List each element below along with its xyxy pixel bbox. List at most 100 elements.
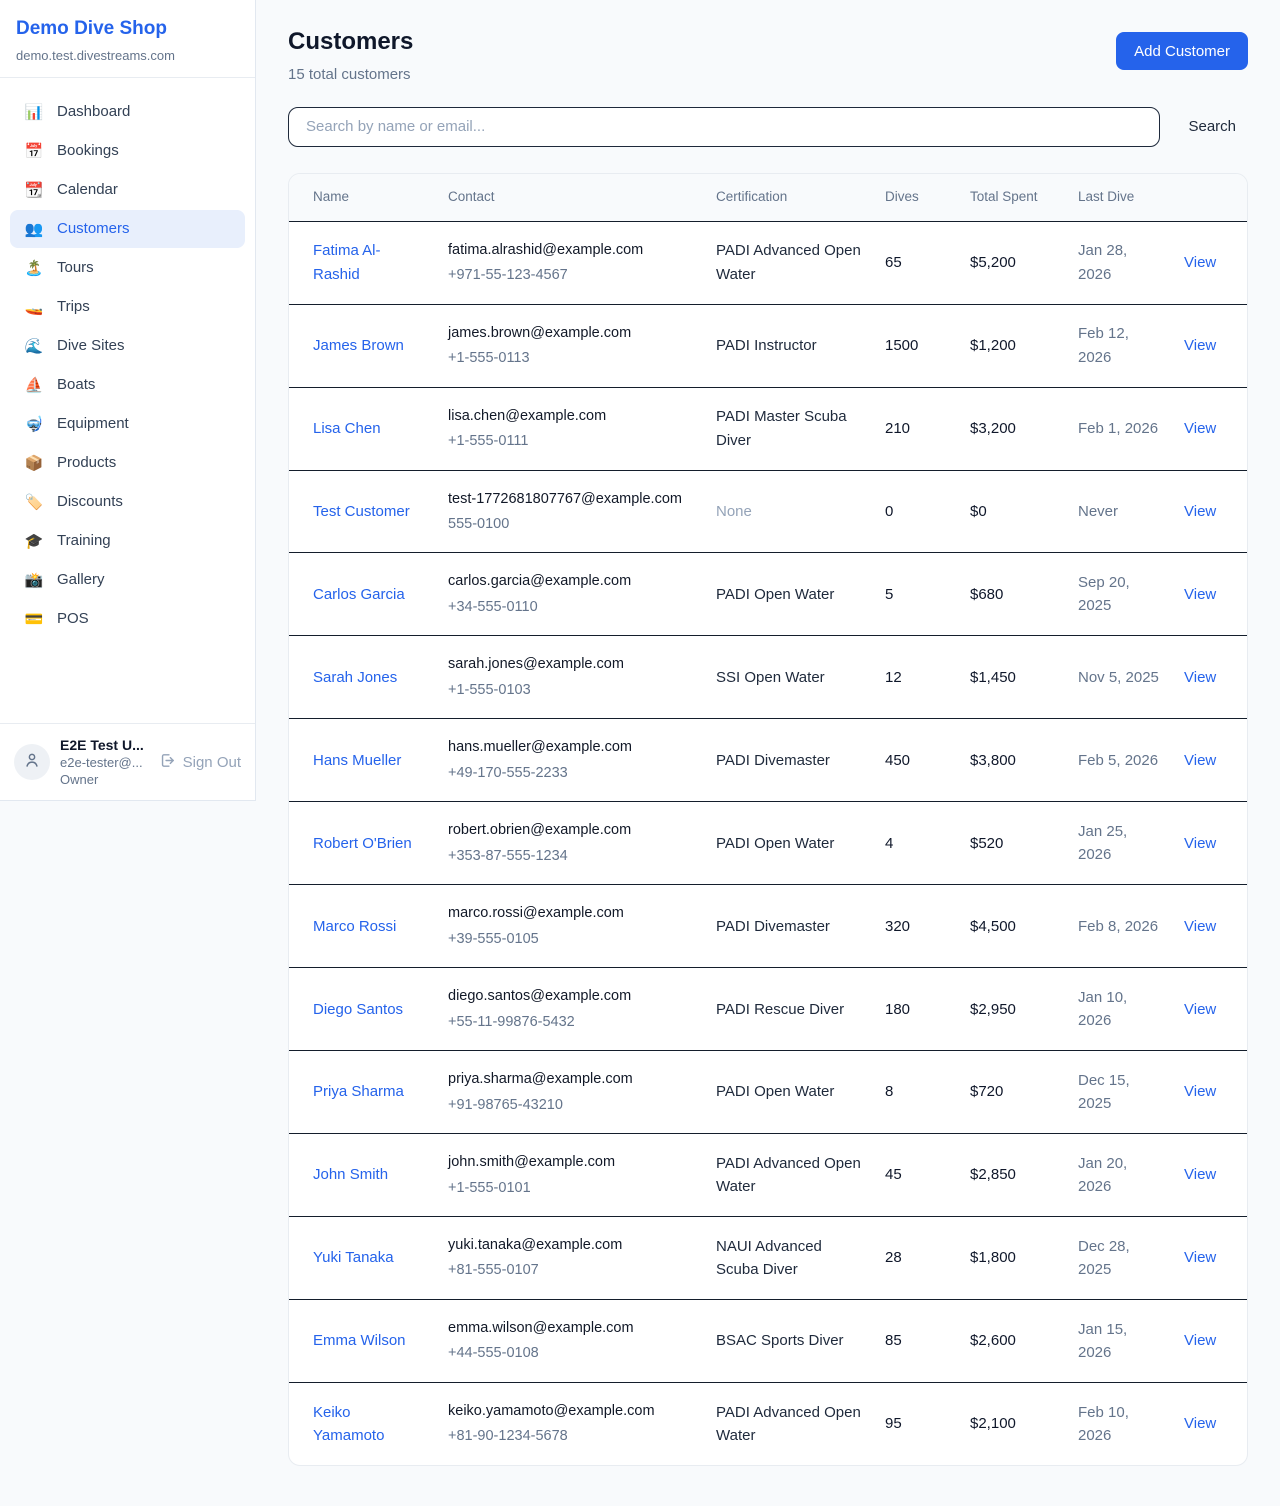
customer-name-link[interactable]: Keiko Yamamoto — [313, 1401, 424, 1448]
customer-last-dive: Nov 5, 2025 — [1066, 636, 1172, 719]
column-header-dives: Dives — [873, 174, 958, 221]
customer-total-spent: $5,200 — [958, 221, 1066, 304]
customer-email: diego.santos@example.com — [448, 985, 692, 1007]
customer-name-link[interactable]: Sarah Jones — [313, 666, 397, 689]
view-link[interactable]: View — [1184, 503, 1216, 520]
view-link[interactable]: View — [1184, 254, 1216, 271]
view-link[interactable]: View — [1184, 752, 1216, 769]
main-content: Customers 15 total customers Add Custome… — [256, 0, 1280, 1506]
customer-dives: 8 — [873, 1051, 958, 1134]
sidebar-item-customers[interactable]: 👥Customers — [10, 210, 245, 248]
customer-row: Keiko Yamamoto keiko.yamamoto@example.com… — [289, 1382, 1248, 1464]
sidebar-item-calendar[interactable]: 📆Calendar — [10, 171, 245, 209]
sidebar-item-dive-sites[interactable]: 🌊Dive Sites — [10, 327, 245, 365]
sidebar-item-tours[interactable]: 🏝️Tours — [10, 249, 245, 287]
sidebar-item-gallery[interactable]: 📸Gallery — [10, 561, 245, 599]
customer-dives: 0 — [873, 470, 958, 553]
customer-total-spent: $1,450 — [958, 636, 1066, 719]
view-link[interactable]: View — [1184, 337, 1216, 354]
customer-phone: +34-555-0110 — [448, 596, 692, 618]
customer-name-link[interactable]: James Brown — [313, 334, 404, 357]
sidebar-item-equipment[interactable]: 🤿Equipment — [10, 405, 245, 443]
sidebar-item-boats[interactable]: ⛵Boats — [10, 366, 245, 404]
sidebar-item-bookings[interactable]: 📅 Bookings — [10, 132, 245, 170]
customer-name-link[interactable]: Marco Rossi — [313, 915, 396, 938]
tours-icon: 🏝️ — [24, 259, 44, 277]
customer-phone: +971-55-123-4567 — [448, 264, 692, 286]
customer-certification: PADI Rescue Diver — [704, 968, 873, 1051]
customer-certification: NAUI Advanced Scuba Diver — [704, 1216, 873, 1299]
customer-name-link[interactable]: Lisa Chen — [313, 417, 381, 440]
customer-last-dive: Jan 15, 2026 — [1066, 1299, 1172, 1382]
sidebar-item-products[interactable]: 📦Products — [10, 444, 245, 482]
sidebar-item-discounts[interactable]: 🏷️Discounts — [10, 483, 245, 521]
customer-email: carlos.garcia@example.com — [448, 570, 692, 592]
search-row: Search — [288, 107, 1248, 147]
sidebar-item-label: Calendar — [57, 181, 118, 198]
view-link[interactable]: View — [1184, 420, 1216, 437]
customer-name-link[interactable]: Carlos Garcia — [313, 583, 405, 606]
sidebar-item-label: Boats — [57, 376, 95, 393]
search-button[interactable]: Search — [1186, 118, 1248, 135]
customer-total-spent: $1,200 — [958, 304, 1066, 387]
bookings-icon: 📅 — [24, 142, 44, 160]
customer-dives: 450 — [873, 719, 958, 802]
user-name: E2E Test U... — [60, 737, 149, 753]
column-header-name: Name — [289, 174, 436, 221]
view-link[interactable]: View — [1184, 586, 1216, 603]
customer-certification: PADI Divemaster — [704, 719, 873, 802]
sidebar-item-trips[interactable]: 🚤Trips — [10, 288, 245, 326]
search-input[interactable] — [288, 107, 1160, 147]
sidebar-item-dashboard[interactable]: 📊Dashboard — [10, 93, 245, 131]
customer-phone: +49-170-555-2233 — [448, 762, 692, 784]
customers-table: NameContactCertificationDivesTotal Spent… — [289, 174, 1248, 1465]
avatar — [14, 744, 50, 780]
sidebar-item-label: Equipment — [57, 415, 129, 432]
customer-phone: +55-11-99876-5432 — [448, 1011, 692, 1033]
customer-total-spent: $2,950 — [958, 968, 1066, 1051]
view-link[interactable]: View — [1184, 918, 1216, 935]
view-link[interactable]: View — [1184, 1332, 1216, 1349]
page-header-text: Customers 15 total customers — [288, 28, 413, 83]
add-customer-button[interactable]: Add Customer — [1116, 32, 1248, 70]
view-link[interactable]: View — [1184, 1083, 1216, 1100]
customer-certification: PADI Master Scuba Diver — [704, 387, 873, 470]
customer-row: Carlos Garcia carlos.garcia@example.com +3… — [289, 553, 1248, 636]
view-link[interactable]: View — [1184, 1001, 1216, 1018]
customer-email: hans.mueller@example.com — [448, 736, 692, 758]
customer-dives: 5 — [873, 553, 958, 636]
discounts-icon: 🏷️ — [24, 493, 44, 511]
customer-dives: 12 — [873, 636, 958, 719]
view-link[interactable]: View — [1184, 1415, 1216, 1432]
customer-email: marco.rossi@example.com — [448, 902, 692, 924]
column-header-certification: Certification — [704, 174, 873, 221]
sign-out-button[interactable]: Sign Out — [159, 752, 241, 773]
dive-sites-icon: 🌊 — [24, 337, 44, 355]
sidebar-item-training[interactable]: 🎓Training — [10, 522, 245, 560]
view-link[interactable]: View — [1184, 669, 1216, 686]
customer-dives: 1500 — [873, 304, 958, 387]
customer-name-link[interactable]: Diego Santos — [313, 998, 403, 1021]
customer-name-link[interactable]: Yuki Tanaka — [313, 1246, 394, 1269]
customer-last-dive: Sep 20, 2025 — [1066, 553, 1172, 636]
sidebar-item-label: Bookings — [57, 142, 119, 159]
view-link[interactable]: View — [1184, 1249, 1216, 1266]
view-link[interactable]: View — [1184, 1166, 1216, 1183]
customer-row: Hans Mueller hans.mueller@example.com +49-… — [289, 719, 1248, 802]
customer-name-link[interactable]: John Smith — [313, 1163, 388, 1186]
customer-name-link[interactable]: Hans Mueller — [313, 749, 401, 772]
customer-row: Emma Wilsonemma.wilson@example.com+44-55… — [289, 1299, 1248, 1382]
customer-row: Diego Santos diego.santos@example.com +55-… — [289, 968, 1248, 1051]
customer-name-link[interactable]: Priya Sharma — [313, 1080, 404, 1103]
customer-dives: 320 — [873, 885, 958, 968]
customers-icon: 👥 — [24, 220, 44, 238]
customer-email: keiko.yamamoto@example.com — [448, 1400, 692, 1422]
customer-name-link[interactable]: Test Customer — [313, 500, 410, 523]
customer-name-link[interactable]: Robert O'Brien — [313, 832, 412, 855]
customer-last-dive: Feb 5, 2026 — [1066, 719, 1172, 802]
customer-name-link[interactable]: Fatima Al-Rashid — [313, 239, 424, 286]
sidebar-item-pos[interactable]: 💳POS — [10, 600, 245, 638]
view-link[interactable]: View — [1184, 835, 1216, 852]
sidebar-nav: 📊Dashboard📅Bookings📆Calendar👥Customers🏝️… — [0, 78, 255, 723]
customer-name-link[interactable]: Emma Wilson — [313, 1329, 406, 1352]
